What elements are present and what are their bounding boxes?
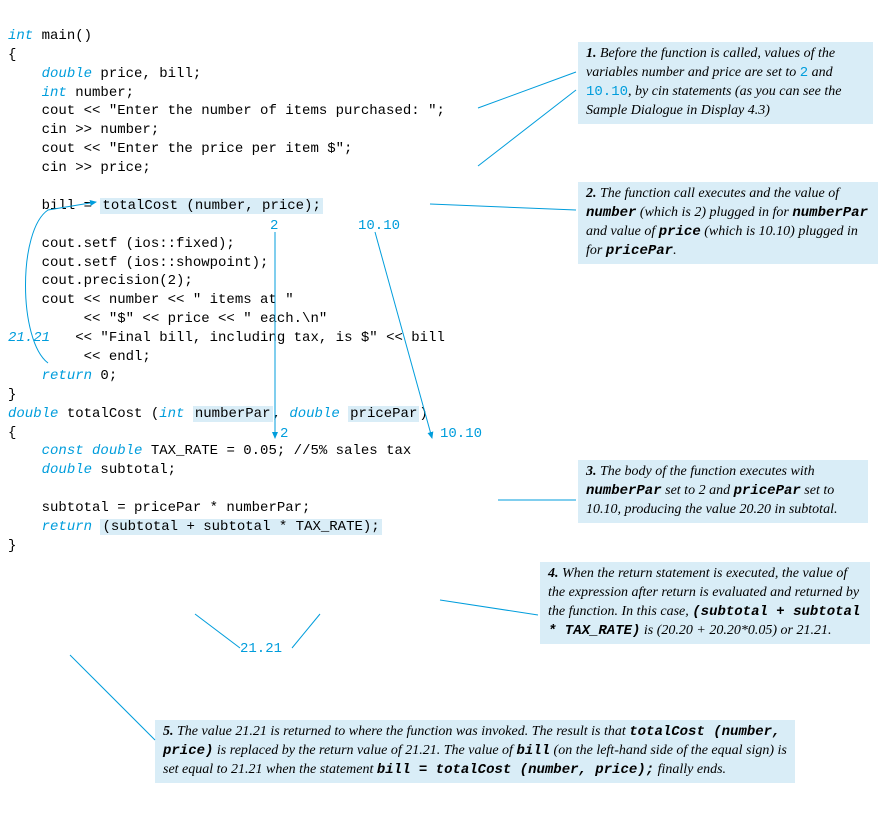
kw-return: return <box>42 368 92 384</box>
ann-text: . <box>673 243 677 258</box>
code-text: 0; <box>92 368 117 384</box>
ann-text: is replaced by the return value of 21.21… <box>213 743 516 758</box>
code-text: cout.precision(2); <box>8 273 193 289</box>
ann-text: Before the function is called, values of… <box>586 46 835 80</box>
ann-lead: 1. <box>586 46 597 61</box>
kw-int: int <box>159 406 184 422</box>
code-text: << "Final bill, including tax, is $" << … <box>50 330 445 346</box>
code-text: cout << number << " items at " <box>8 292 294 308</box>
ann-text: and <box>808 65 833 80</box>
code-text: { <box>8 425 16 441</box>
ann-lead: 2. <box>586 186 597 201</box>
code-text: cout << "Enter the price per item $"; <box>8 141 352 157</box>
ann-mono: pricePar <box>734 483 801 499</box>
code-text: } <box>8 538 16 554</box>
code-text: << endl; <box>8 349 151 365</box>
kw-const-double: const double <box>42 443 143 459</box>
kw-double: double <box>42 462 92 478</box>
ann-lead: 5. <box>163 724 174 739</box>
ann-text: is (20.20 + 20.20*0.05) or 21.21. <box>640 623 831 638</box>
kw-int: int <box>8 28 33 44</box>
ann-text: (which is 2) plugged in for <box>636 205 792 220</box>
ann-num: 10.10 <box>586 84 628 100</box>
ann-num: 2 <box>800 65 808 81</box>
code-text: totalCost ( <box>58 406 159 422</box>
code-text: { <box>8 47 16 63</box>
ann-text: The value 21.21 is returned to where the… <box>174 724 630 739</box>
ann-text: set to 2 and <box>662 483 734 498</box>
code-text: subtotal = pricePar * numberPar; <box>8 500 310 516</box>
kw-double: double <box>289 406 339 422</box>
code-text: cout.setf (ios::fixed); <box>8 236 235 252</box>
ann-lead: 4. <box>548 566 559 581</box>
float-val-1010b: 10.10 <box>440 425 482 444</box>
annotation-5: 5. The value 21.21 is returned to where … <box>155 720 795 783</box>
float-2121-left: 21.21 <box>8 330 50 346</box>
ann-text: The body of the function executes with <box>597 464 815 479</box>
code-text: subtotal; <box>92 462 176 478</box>
ann-text: and value of <box>586 224 659 239</box>
ann-mono: price <box>659 224 701 240</box>
highlight-numberpar: numberPar <box>193 406 273 422</box>
ann-text: finally ends. <box>654 762 726 777</box>
code-text: number; <box>67 85 134 101</box>
code-text: main() <box>33 28 92 44</box>
code-text: TAX_RATE = 0.05; //5% sales tax <box>142 443 411 459</box>
ann-mono: bill <box>516 743 550 759</box>
float-val-2b: 2 <box>280 425 288 444</box>
annotation-2: 2. The function call executes and the va… <box>578 182 878 264</box>
ann-mono: pricePar <box>606 243 673 259</box>
code-text: cout << "Enter the number of items purch… <box>8 103 445 119</box>
code-text: price, bill; <box>92 66 201 82</box>
highlight-call: totalCost (number, price); <box>100 198 322 214</box>
kw-double: double <box>8 406 58 422</box>
code-text: cout.setf (ios::showpoint); <box>8 255 268 271</box>
ann-mono: numberPar <box>792 205 868 221</box>
float-val-1010a: 10.10 <box>358 217 400 236</box>
code-text: } <box>8 387 16 403</box>
highlight-pricepar: pricePar <box>348 406 419 422</box>
code-text: bill = <box>8 198 100 214</box>
ann-mono: numberPar <box>586 483 662 499</box>
float-val-2121: 21.21 <box>240 640 282 659</box>
ann-lead: 3. <box>586 464 597 479</box>
kw-int: int <box>42 85 67 101</box>
annotation-1: 1. Before the function is called, values… <box>578 42 873 124</box>
kw-double: double <box>42 66 92 82</box>
ann-text: The function call executes and the value… <box>597 186 840 201</box>
ann-mono: number <box>586 205 636 221</box>
annotation-4: 4. When the return statement is executed… <box>540 562 870 644</box>
annotation-3: 3. The body of the function executes wit… <box>578 460 868 523</box>
code-text: cin >> price; <box>8 160 151 176</box>
float-val-2a: 2 <box>270 217 278 236</box>
code-text: << "$" << price << " each.\n" <box>8 311 327 327</box>
ann-mono: bill = totalCost (number, price); <box>377 762 654 778</box>
code-text: cin >> number; <box>8 122 159 138</box>
kw-return: return <box>42 519 92 535</box>
highlight-return-expr: (subtotal + subtotal * TAX_RATE); <box>100 519 381 535</box>
code-text: ) <box>419 406 427 422</box>
code-text: , <box>273 406 290 422</box>
